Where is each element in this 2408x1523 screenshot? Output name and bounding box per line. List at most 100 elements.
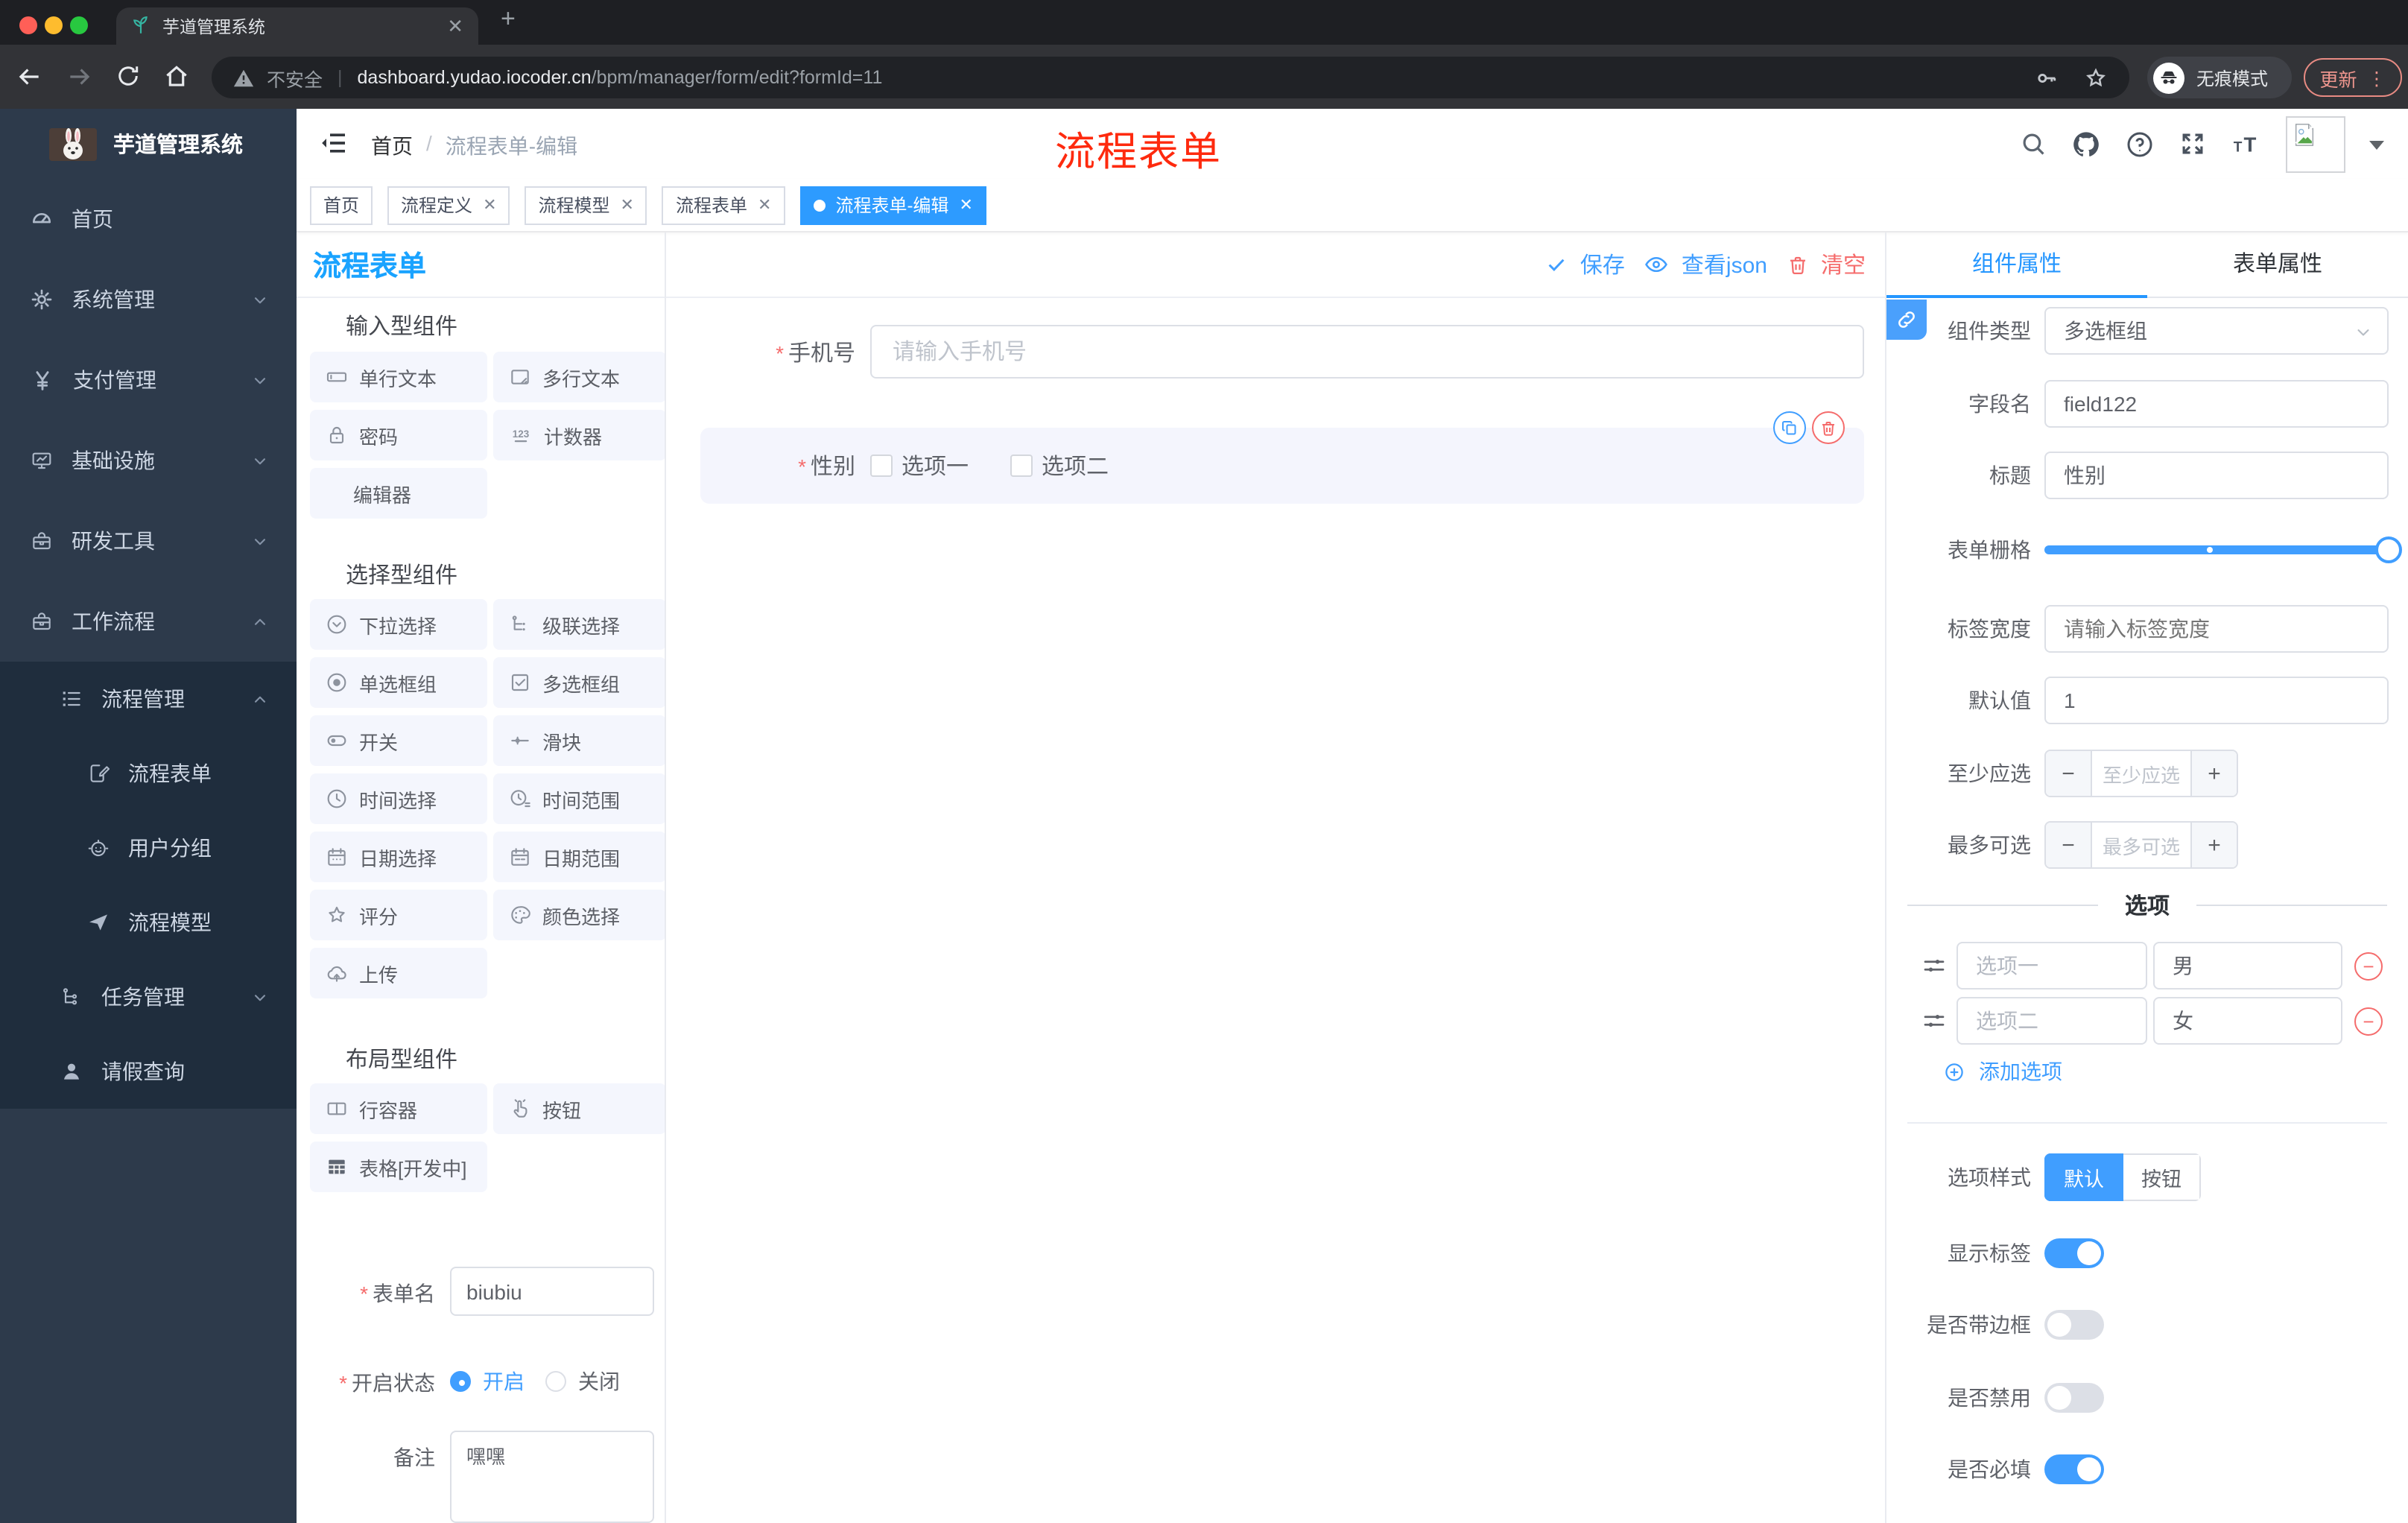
close-window-button[interactable] [19, 16, 37, 34]
prop-select-组件类型[interactable] [2044, 307, 2389, 355]
sidebar-item-task-mgmt[interactable]: 任务管理 [0, 960, 297, 1034]
view-tag-流程表单-编辑[interactable]: 流程表单-编辑 ✕ [799, 186, 986, 224]
field-link-tag[interactable] [1886, 300, 1927, 340]
option-style-按钮[interactable]: 按钮 [2123, 1153, 2201, 1201]
prop-slider-表单栅格[interactable] [2044, 526, 2402, 574]
password-key-icon[interactable] [2034, 65, 2059, 90]
checkbox-icon[interactable] [870, 455, 893, 477]
tab-close-icon[interactable]: ✕ [447, 14, 463, 38]
sidebar-item-system[interactable]: 系统管理 [0, 259, 297, 340]
prop-input-默认值[interactable] [2044, 677, 2389, 724]
prop-input-标题[interactable] [2044, 452, 2389, 499]
form-remark-textarea[interactable]: 嘿嘿 [450, 1431, 654, 1523]
form-name-input[interactable] [450, 1267, 654, 1316]
component-级联选择[interactable]: 级联选择 [493, 599, 665, 650]
browser-tab[interactable]: 芋道管理系统 ✕ [116, 7, 478, 45]
search-icon[interactable] [2019, 130, 2047, 158]
new-tab-button[interactable]: + [501, 4, 516, 34]
forward-icon[interactable] [66, 63, 94, 98]
component-上传[interactable]: 上传 [310, 948, 487, 998]
view-json-button[interactable]: 查看json [1644, 249, 1767, 280]
option-style-默认[interactable]: 默认 [2044, 1153, 2123, 1201]
component-计数器[interactable]: 123 计数器 [493, 410, 665, 460]
component-密码[interactable]: 密码 [310, 410, 487, 460]
gender-checkbox-option1[interactable]: 选项一 [870, 450, 969, 481]
option-value-input[interactable] [2153, 997, 2342, 1045]
phone-field-input[interactable] [870, 325, 1864, 379]
copy-component-button[interactable] [1773, 411, 1806, 444]
stepper-minus-button[interactable]: − [2046, 751, 2092, 796]
save-button[interactable]: 保存 [1546, 249, 1625, 280]
close-tag-icon[interactable]: ✕ [621, 195, 634, 215]
warning-icon[interactable] [232, 66, 255, 89]
home-icon[interactable] [162, 63, 191, 98]
sidebar-item-payment[interactable]: 支付管理 [0, 340, 297, 420]
browser-menu-icon[interactable]: ⋮ [2368, 66, 2386, 89]
sidebar-item-workflow[interactable]: 工作流程 [0, 581, 297, 662]
component-多选框组[interactable]: 多选框组 [493, 657, 665, 708]
sidebar-item-devtools[interactable]: 研发工具 [0, 501, 297, 581]
window-controls[interactable] [19, 16, 88, 34]
address-bar[interactable]: 不安全 | dashboard.yudao.iocoder.cn/bpm/man… [212, 57, 2129, 98]
component-开关[interactable]: 开关 [310, 715, 487, 766]
minimize-window-button[interactable] [45, 16, 63, 34]
component-日期选择[interactable]: 日期选择 [310, 832, 487, 882]
view-tag-首页[interactable]: 首页 [310, 186, 373, 224]
sidebar-item-leave-query[interactable]: 请假查询 [0, 1034, 297, 1109]
font-size-icon[interactable]: TT [2231, 130, 2262, 158]
view-tag-流程表单[interactable]: 流程表单 ✕ [662, 186, 785, 224]
stepper-plus-button[interactable]: + [2190, 823, 2237, 867]
option-name-input[interactable] [1956, 942, 2147, 990]
toggle-是否带边框[interactable] [2044, 1310, 2104, 1340]
component-单选框组[interactable]: 单选框组 [310, 657, 487, 708]
add-option-button[interactable]: 添加选项 [1943, 1060, 2408, 1083]
tab-component-props[interactable]: 组件属性 [1886, 232, 2147, 298]
sidebar-item-process-form[interactable]: 流程表单 [0, 736, 297, 811]
breadcrumb-home[interactable]: 首页 [371, 131, 413, 161]
component-滑块[interactable]: 滑块 [493, 715, 665, 766]
component-单行文本[interactable]: 单行文本 [310, 352, 487, 402]
prop-input-标签宽度[interactable] [2044, 605, 2389, 653]
collapse-sidebar-icon[interactable] [319, 128, 349, 158]
maximize-window-button[interactable] [70, 16, 88, 34]
sidebar-item-home[interactable]: 首页 [0, 179, 297, 259]
reload-icon[interactable] [115, 63, 142, 97]
delete-component-button[interactable] [1812, 411, 1845, 444]
view-tag-流程定义[interactable]: 流程定义 ✕ [387, 186, 510, 224]
component-下拉选择[interactable]: 下拉选择 [310, 599, 487, 650]
avatar[interactable] [2286, 115, 2345, 172]
clear-button[interactable]: 清空 [1787, 249, 1866, 280]
stepper-minus-button[interactable]: − [2046, 823, 2092, 867]
slider-track[interactable] [2044, 536, 2402, 563]
component-编辑器[interactable]: 编辑器 [310, 468, 487, 519]
close-tag-icon[interactable]: ✕ [758, 195, 771, 215]
checkbox-icon[interactable] [1010, 455, 1033, 477]
help-icon[interactable] [2125, 129, 2155, 159]
github-icon[interactable] [2071, 129, 2101, 159]
option-name-input[interactable] [1956, 997, 2147, 1045]
toggle-显示标签[interactable] [2044, 1238, 2104, 1268]
stepper-value[interactable]: 最多可选 [2092, 823, 2190, 867]
sidebar-item-user-group[interactable]: 用户分组 [0, 811, 297, 885]
browser-update-button[interactable]: 更新 ⋮ [2304, 58, 2402, 97]
slider-handle[interactable] [2375, 536, 2402, 563]
close-tag-icon[interactable]: ✕ [959, 195, 972, 215]
component-评分[interactable]: 评分 [310, 890, 487, 940]
component-多行文本[interactable]: 多行文本 [493, 352, 665, 402]
tab-form-props[interactable]: 表单属性 [2147, 232, 2408, 297]
option-value-input[interactable] [2153, 942, 2342, 990]
fullscreen-icon[interactable] [2179, 130, 2207, 158]
stepper-value[interactable]: 至少应选 [2092, 751, 2190, 796]
back-icon[interactable] [15, 63, 43, 98]
avatar-caret-icon[interactable] [2369, 138, 2384, 150]
component-时间范围[interactable]: 时间范围 [493, 773, 665, 824]
component-日期范围[interactable]: 日期范围 [493, 832, 665, 882]
component-行容器[interactable]: 行容器 [310, 1083, 487, 1134]
prop-input-字段名[interactable] [2044, 380, 2389, 428]
remove-option-button[interactable]: − [2354, 952, 2383, 980]
remove-option-button[interactable]: − [2354, 1007, 2383, 1035]
gender-checkbox-option2[interactable]: 选项二 [1010, 450, 1109, 481]
component-按钮[interactable]: 按钮 [493, 1083, 665, 1134]
sidebar-item-process-mgmt[interactable]: 流程管理 [0, 662, 297, 736]
close-tag-icon[interactable]: ✕ [483, 195, 496, 215]
